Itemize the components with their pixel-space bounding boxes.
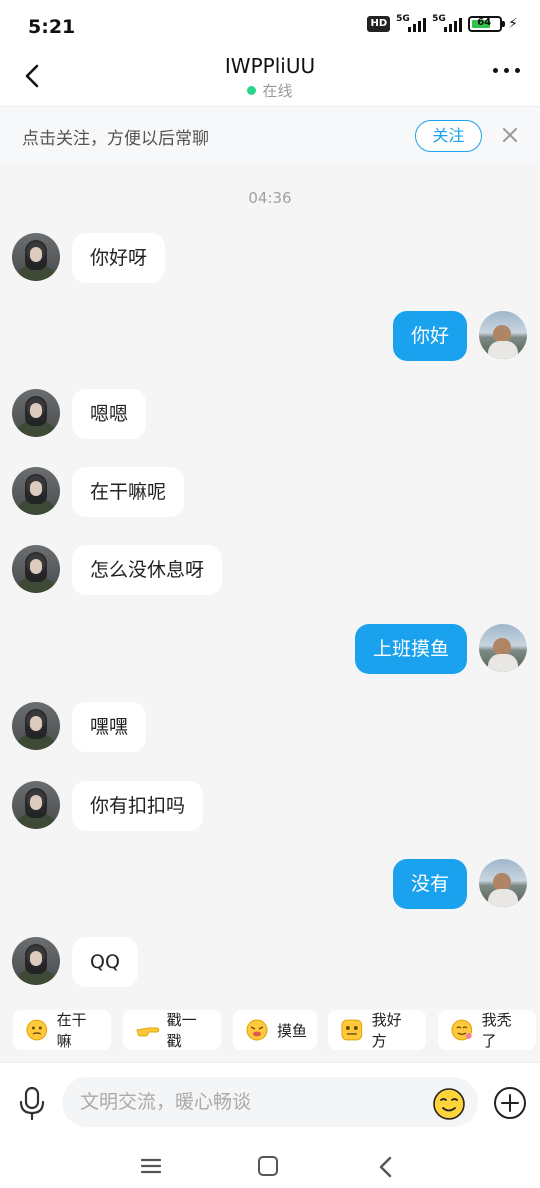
contact-avatar[interactable] [12, 389, 60, 437]
nav-back-icon[interactable] [378, 1156, 394, 1178]
status-bar: 5:21 HD 5G 5G 64 ⚡ [0, 0, 540, 52]
thinking-emoji-icon [26, 1019, 48, 1041]
my-avatar[interactable] [479, 859, 527, 907]
contact-avatar[interactable] [12, 545, 60, 593]
contact-avatar[interactable] [12, 781, 60, 829]
message-bubble-received[interactable]: 嘿嘿 [72, 702, 147, 752]
network-label: 5G [396, 14, 410, 24]
close-banner-icon[interactable] [500, 125, 520, 145]
follow-prompt: 点击关注，方便以后常聊 [22, 129, 209, 149]
quick-reply-label: 在干嘛 [56, 1011, 87, 1050]
contact-avatar[interactable] [12, 233, 60, 281]
fish-emoji-icon [246, 1019, 268, 1041]
message-bubble-sent[interactable]: 你好 [392, 311, 467, 361]
message-bubble-received[interactable]: 你好呀 [72, 233, 166, 283]
message-bubble-received[interactable]: 在干嘛呢 [72, 467, 185, 517]
message-bubble-received[interactable]: 你有扣扣吗 [72, 781, 204, 831]
quick-reply-label: 我好方 [371, 1011, 402, 1050]
follow-banner: 点击关注，方便以后常聊 关注 [0, 106, 540, 164]
message-bubble-received[interactable]: QQ [72, 937, 138, 987]
quick-reply-chip[interactable]: 戳一戳 [123, 1010, 221, 1050]
message-timestamp: 04:36 [248, 189, 292, 207]
quick-reply-chip[interactable]: 在干嘛 [13, 1010, 111, 1050]
message-bubble-sent[interactable]: 上班摸鱼 [354, 624, 467, 674]
contact-avatar[interactable] [12, 702, 60, 750]
input-bar: 文明交流，暖心畅谈 [0, 1062, 540, 1142]
quick-reply-chip[interactable]: 我好方 [328, 1010, 426, 1050]
status-icons: HD 5G 5G 64 ⚡ [367, 14, 518, 32]
contact-avatar[interactable] [12, 937, 60, 985]
network-label-2: 5G [432, 14, 446, 24]
emoji-icon[interactable] [432, 1087, 466, 1121]
my-avatar[interactable] [479, 624, 527, 672]
home-icon[interactable] [258, 1156, 278, 1176]
quick-reply-label: 戳一戳 [166, 1011, 197, 1050]
proud-emoji-icon [451, 1019, 473, 1041]
drool-emoji-icon [341, 1019, 363, 1041]
contact-avatar[interactable] [12, 467, 60, 515]
follow-button[interactable]: 关注 [415, 120, 482, 152]
signal-icon-2: 5G [432, 14, 463, 32]
online-status-label: 在线 [262, 82, 293, 100]
contact-name[interactable]: IWPPliUU [0, 54, 540, 78]
message-bubble-sent[interactable]: 没有 [392, 859, 467, 909]
hd-badge: HD [367, 16, 391, 32]
microphone-icon[interactable] [16, 1085, 48, 1121]
more-options-icon[interactable] [493, 68, 520, 73]
signal-icon: 5G [396, 14, 427, 32]
status-time: 5:21 [28, 16, 76, 38]
quick-reply-chip[interactable]: 摸鱼 [233, 1010, 317, 1050]
recent-apps-icon[interactable] [141, 1158, 161, 1174]
message-bubble-received[interactable]: 怎么没休息呀 [72, 545, 223, 595]
message-bubble-received[interactable]: 嗯嗯 [72, 389, 147, 439]
quick-reply-label: 我秃了 [481, 1011, 512, 1050]
online-dot-icon [247, 86, 257, 95]
add-icon[interactable] [492, 1085, 528, 1121]
message-input[interactable]: 文明交流，暖心畅谈 [62, 1077, 478, 1127]
quick-reply-label: 摸鱼 [277, 1021, 308, 1040]
system-nav-bar [0, 1142, 540, 1188]
my-avatar[interactable] [479, 311, 527, 359]
charging-icon: ⚡ [508, 16, 518, 32]
pointing-hand-icon [136, 1027, 160, 1037]
online-status: 在线 [0, 80, 540, 101]
battery-level: 64 [477, 17, 492, 28]
battery-icon: 64 [468, 16, 506, 32]
quick-reply-chip[interactable]: 我秃了 [438, 1010, 536, 1050]
chat-header: IWPPliUU 在线 [0, 52, 540, 106]
